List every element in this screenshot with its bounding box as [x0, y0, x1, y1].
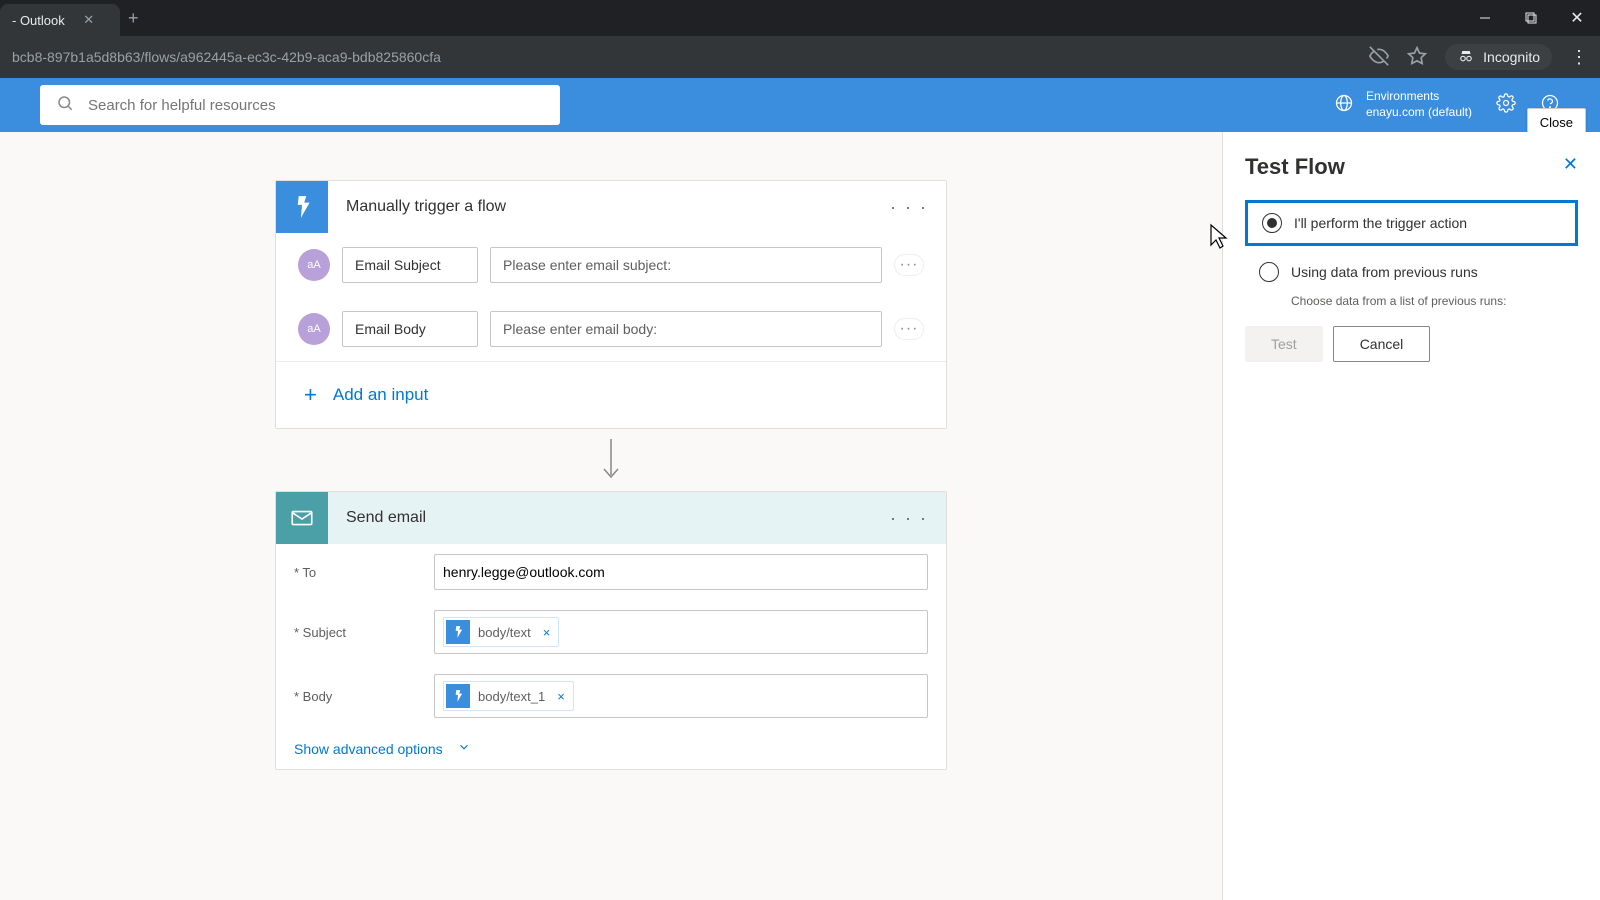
token-label: body/text [478, 625, 531, 640]
dynamic-token[interactable]: body/text_1 × [443, 681, 574, 711]
browser-tab[interactable]: - Outlook ✕ [0, 4, 120, 36]
test-button[interactable]: Test [1245, 326, 1323, 362]
to-value: henry.legge@outlook.com [443, 564, 605, 580]
radio-option-manual[interactable]: I'll perform the trigger action [1245, 200, 1578, 246]
input-name-label[interactable]: Email Subject [342, 247, 478, 283]
card-menu-icon[interactable]: · · · [890, 508, 928, 529]
trigger-icon [276, 181, 328, 233]
globe-icon [1334, 93, 1354, 118]
radio-label: I'll perform the trigger action [1294, 215, 1467, 231]
url-bar: bcb8-897b1a5d8b63/flows/a962445a-ec3c-42… [0, 36, 1600, 78]
body-field[interactable]: body/text_1 × [434, 674, 928, 718]
gear-icon[interactable] [1496, 93, 1516, 118]
trigger-input-row: aA Email Body ··· [276, 297, 946, 361]
text-type-icon: aA [298, 249, 330, 281]
adv-options-label: Show advanced options [294, 741, 443, 757]
chevron-down-icon [457, 740, 471, 757]
search-box[interactable] [40, 85, 560, 125]
text-type-icon: aA [298, 313, 330, 345]
dynamic-token[interactable]: body/text × [443, 617, 559, 647]
radio-icon [1262, 213, 1282, 233]
env-label: Environments [1366, 89, 1472, 105]
trigger-card: Manually trigger a flow · · · aA Email S… [275, 180, 947, 429]
to-label: * To [294, 565, 414, 580]
input-name-label[interactable]: Email Body [342, 311, 478, 347]
window-controls: ✕ [1462, 0, 1600, 36]
browser-tab-strip: - Outlook ✕ + ✕ [0, 0, 1600, 36]
radio-label: Using data from previous runs [1291, 264, 1478, 280]
body-label: * Body [294, 689, 414, 704]
trigger-input-row: aA Email Subject ··· [276, 233, 946, 297]
star-icon[interactable] [1407, 46, 1427, 69]
advanced-options-toggle[interactable]: Show advanced options [276, 728, 946, 769]
plus-icon: + [304, 382, 317, 408]
env-value: enayu.com (default) [1366, 105, 1472, 121]
cancel-button[interactable]: Cancel [1333, 326, 1431, 362]
card-menu-icon[interactable]: · · · [890, 197, 928, 218]
trigger-card-header[interactable]: Manually trigger a flow · · · [276, 181, 946, 233]
radio-option-previous[interactable]: Using data from previous runs [1245, 252, 1578, 292]
input-prompt-field[interactable] [490, 311, 882, 347]
input-prompt-field[interactable] [490, 247, 882, 283]
form-row-body: * Body body/text_1 × [276, 664, 946, 728]
maximize-button[interactable] [1508, 0, 1554, 36]
add-input-label: Add an input [333, 385, 428, 405]
row-menu-icon[interactable]: ··· [894, 254, 924, 276]
subject-field[interactable]: body/text × [434, 610, 928, 654]
token-icon [446, 684, 470, 708]
add-input-button[interactable]: + Add an input [276, 361, 946, 428]
to-field[interactable]: henry.legge@outlook.com [434, 554, 928, 590]
close-icon[interactable]: ✕ [81, 12, 97, 28]
search-input[interactable] [88, 97, 544, 114]
panel-title: Test Flow [1245, 154, 1578, 180]
row-menu-icon[interactable]: ··· [894, 318, 924, 340]
form-row-subject: * Subject body/text × [276, 600, 946, 664]
search-icon [56, 94, 74, 117]
radio-icon [1259, 262, 1279, 282]
new-tab-button[interactable]: + [128, 8, 139, 29]
url-text[interactable]: bcb8-897b1a5d8b63/flows/a962445a-ec3c-42… [12, 49, 1369, 65]
eye-off-icon[interactable] [1369, 46, 1389, 69]
token-remove-icon[interactable]: × [557, 689, 565, 704]
minimize-button[interactable] [1462, 0, 1508, 36]
trigger-title: Manually trigger a flow [346, 198, 506, 216]
test-flow-panel: Test Flow ✕ I'll perform the trigger act… [1222, 132, 1600, 900]
app-header: Environments enayu.com (default) [0, 78, 1600, 132]
panel-close-icon[interactable]: ✕ [1563, 154, 1578, 175]
flow-arrow [0, 429, 1222, 491]
incognito-label: Incognito [1483, 49, 1540, 65]
email-icon [276, 492, 328, 544]
incognito-badge: Incognito [1445, 44, 1552, 70]
tab-title: - Outlook [12, 13, 65, 28]
action-card-header[interactable]: Send email · · · [276, 492, 946, 544]
environment-selector[interactable]: Environments enayu.com (default) [1334, 89, 1472, 120]
action-title: Send email [346, 509, 426, 527]
close-window-button[interactable]: ✕ [1554, 0, 1600, 36]
subject-label: * Subject [294, 625, 414, 640]
token-label: body/text_1 [478, 689, 545, 704]
kebab-menu-icon[interactable]: ⋮ [1570, 47, 1588, 68]
form-row-to: * To henry.legge@outlook.com [276, 544, 946, 600]
token-remove-icon[interactable]: × [543, 625, 551, 640]
action-card: Send email · · · * To henry.legge@outloo… [275, 491, 947, 770]
token-icon [446, 620, 470, 644]
flow-canvas: Manually trigger a flow · · · aA Email S… [0, 132, 1222, 900]
radio-sublabel: Choose data from a list of previous runs… [1291, 294, 1578, 308]
